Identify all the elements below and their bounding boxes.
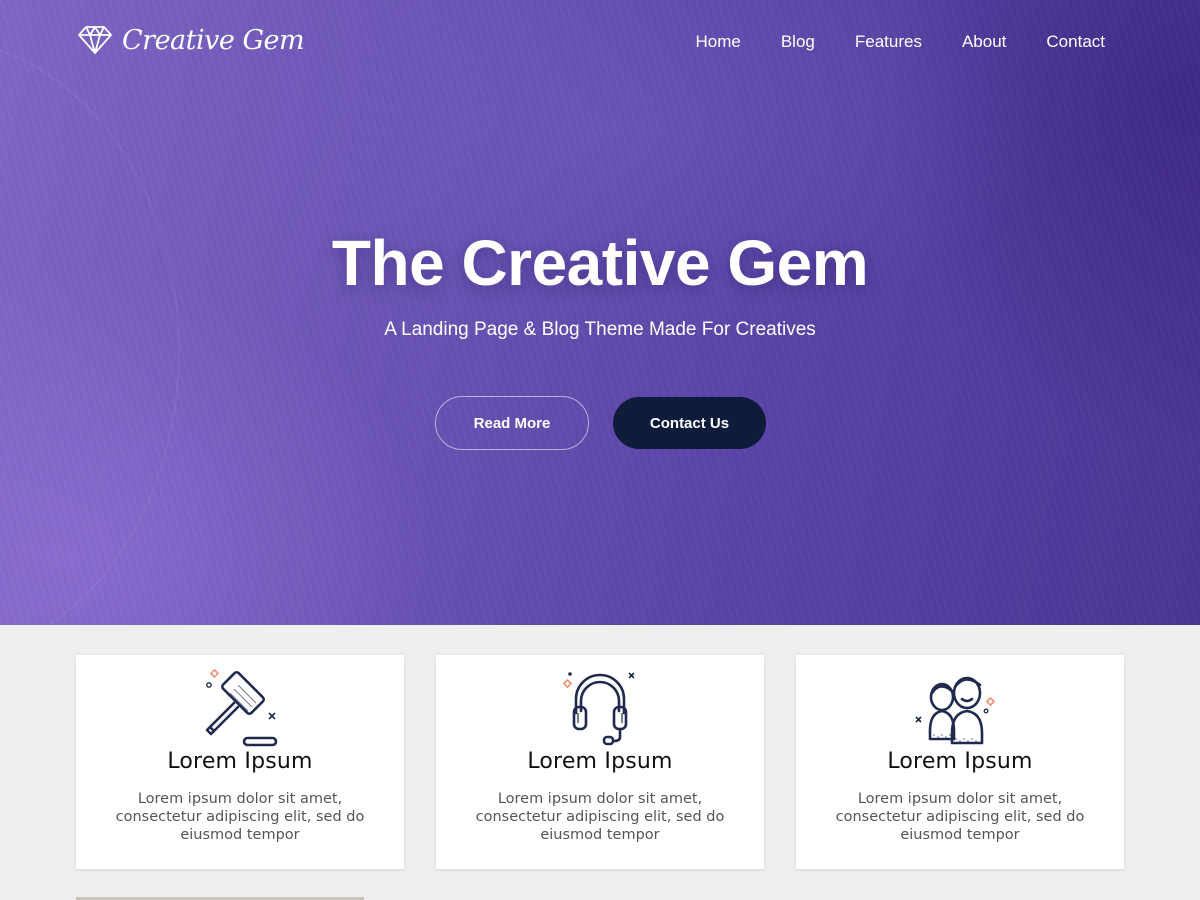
brand-logo[interactable]: Creative Gem — [78, 22, 305, 58]
users-icon — [915, 676, 996, 745]
feature-text: Lorem ipsum dolor sit amet, consectetur … — [835, 791, 1085, 843]
gavel-icon — [205, 668, 278, 747]
nav-blog[interactable]: Blog — [781, 30, 815, 54]
hero-title: The Creative Gem — [331, 227, 869, 299]
feature-text: Lorem ipsum dolor sit amet, consectetur … — [475, 791, 725, 843]
feature-title: Lorem Ipsum — [887, 749, 1033, 774]
nav-about[interactable]: About — [962, 30, 1006, 54]
feature-title: Lorem Ipsum — [167, 749, 313, 774]
feature-text: Lorem ipsum dolor sit amet, consectetur … — [115, 791, 365, 843]
headphones-icon — [562, 672, 635, 746]
hero-texture — [0, 0, 1200, 625]
feature-title: Lorem Ipsum — [527, 749, 673, 774]
feature-card: Lorem Ipsum Lorem ipsum dolor sit amet, … — [436, 655, 764, 869]
hero-section: Creative Gem Home Blog Features About Co… — [0, 0, 1200, 625]
feature-card: Lorem Ipsum Lorem ipsum dolor sit amet, … — [76, 655, 404, 869]
nav-features[interactable]: Features — [855, 30, 922, 54]
nav-contact[interactable]: Contact — [1046, 30, 1105, 54]
contact-us-button[interactable]: Contact Us — [613, 397, 766, 449]
nav-home[interactable]: Home — [695, 30, 740, 54]
main-nav: Home Blog Features About Contact — [695, 30, 1105, 54]
read-more-button[interactable]: Read More — [435, 396, 589, 450]
hero-subtitle: A Landing Page & Blog Theme Made For Cre… — [384, 319, 816, 340]
diamond-icon — [78, 26, 112, 54]
brand-name: Creative Gem — [122, 24, 305, 56]
feature-card: Lorem Ipsum Lorem ipsum dolor sit amet, … — [796, 655, 1124, 869]
